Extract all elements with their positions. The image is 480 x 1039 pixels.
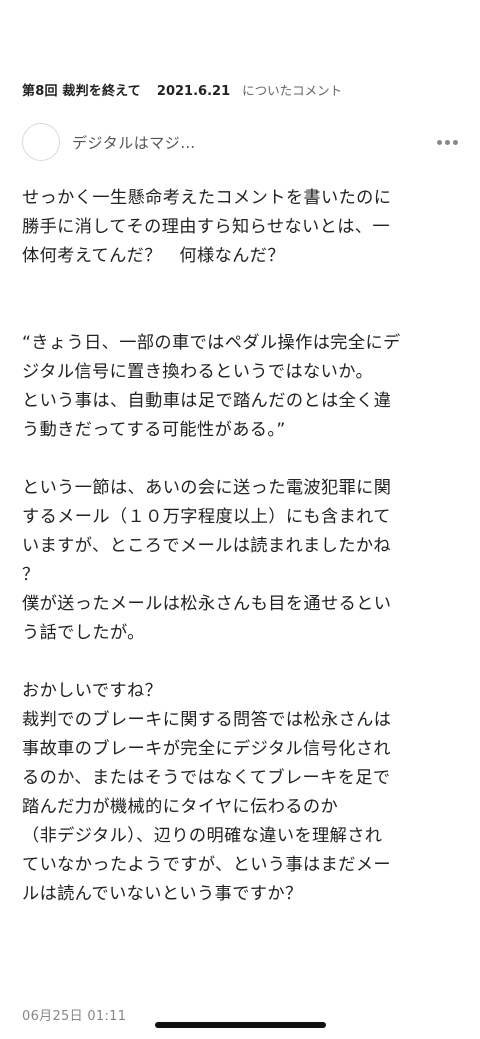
comment-paragraph: という一節は、あいの会に送った電波犯罪に関 するメール（１０万字程度以上）にも含… (22, 478, 392, 643)
more-horizontal-icon-dot (453, 139, 458, 145)
article-date: 2021.6.21 (156, 84, 231, 99)
comment-context-header: 第8回 裁判を終えて 2021.6.21 についたコメント (22, 80, 470, 99)
more-horizontal-icon-dot (445, 139, 450, 145)
avatar[interactable] (22, 123, 60, 161)
header-suffix: についたコメント (242, 83, 343, 98)
comment-paragraph: おかしいですね？ 裁判でのブレーキに関する問答では松永さんは 事故車のブレーキが… (22, 681, 392, 904)
home-indicator[interactable] (155, 1022, 326, 1028)
more-button[interactable] (431, 134, 458, 151)
article-title-link[interactable]: 第8回 裁判を終えて (22, 80, 141, 99)
comment-body: せっかく一生懸命考えたコメントを書いたのに 勝手に消してその理由すら知らせないと… (22, 184, 462, 909)
author-name[interactable]: デジタルはマジ… (72, 132, 196, 153)
comment-timestamp: 06月25日 01:11 (22, 1009, 127, 1024)
more-horizontal-icon (437, 139, 442, 145)
author-row: デジタルはマジ… (22, 122, 458, 162)
comment-paragraph: “きょう日、一部の車ではペダル操作は完全にデ ジタル信号に置き換わるというではな… (22, 333, 401, 440)
comment-paragraph: せっかく一生懸命考えたコメントを書いたのに 勝手に消してその理由すら知らせないと… (22, 188, 392, 266)
